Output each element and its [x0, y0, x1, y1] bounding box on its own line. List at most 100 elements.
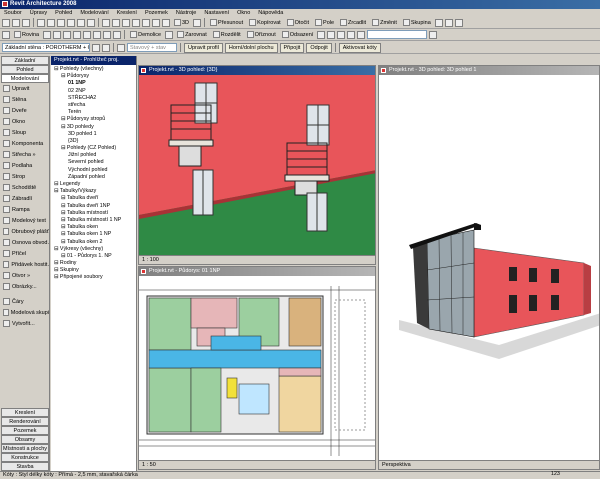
menu-okno[interactable]: Okno: [233, 9, 254, 17]
door-icon[interactable]: [53, 30, 62, 39]
group-button[interactable]: Skupina: [401, 18, 433, 28]
tree-node[interactable]: ⊟ Půdorysy stropů: [51, 116, 136, 123]
tool-left_tools-16[interactable]: Přidávek hostit.: [0, 259, 49, 270]
room-icon[interactable]: [83, 30, 92, 39]
lock-icon[interactable]: [444, 18, 453, 27]
filter-icon[interactable]: [117, 43, 125, 52]
window-3d-scale[interactable]: 1 : 100: [142, 257, 159, 263]
pointer-icon[interactable]: [2, 30, 10, 39]
dimension-icon[interactable]: [112, 18, 120, 27]
tool-left_tools-4[interactable]: Sloup: [0, 127, 49, 138]
pin-icon[interactable]: [454, 18, 463, 27]
plane-button[interactable]: Rovina: [12, 30, 41, 40]
offset-button[interactable]: Odsazení: [280, 30, 316, 40]
tree-node[interactable]: {3D}: [51, 138, 136, 145]
window-persp-mode[interactable]: Perspektiva: [382, 462, 411, 468]
tree-node[interactable]: 3D pohled 1: [51, 131, 136, 138]
tree-node[interactable]: Východní pohled: [51, 167, 136, 174]
tree-node[interactable]: ⊟ Připojené soubory: [51, 274, 136, 281]
open-icon[interactable]: [12, 18, 20, 27]
tree-node[interactable]: střecha: [51, 102, 136, 109]
zoom-icon[interactable]: [429, 30, 438, 39]
menu-napoveda[interactable]: Nápověda: [254, 9, 287, 17]
level-icon[interactable]: [93, 30, 102, 39]
dimension-lock-icon[interactable]: [337, 30, 346, 39]
mirror-button[interactable]: Zrcadlit: [338, 18, 368, 28]
tree-node[interactable]: ⊟ Legendy: [51, 181, 136, 188]
grid-icon[interactable]: [103, 30, 112, 39]
window-icon[interactable]: [63, 30, 72, 39]
rotate-button[interactable]: Otočit: [285, 18, 311, 28]
paint-icon[interactable]: [165, 30, 174, 39]
tool-left_tools-8[interactable]: Strop: [0, 171, 49, 182]
print-icon[interactable]: [37, 18, 45, 27]
dropdown-arrow-icon[interactable]: [434, 18, 443, 27]
switch-window-icon[interactable]: [193, 18, 202, 27]
bottom-tab-2[interactable]: Pozemek: [1, 426, 49, 435]
bottom-tab-6[interactable]: Stavba: [1, 462, 49, 471]
tree-node[interactable]: STŘECHA2: [51, 95, 136, 102]
array-button[interactable]: Pole: [313, 18, 336, 28]
menu-nastroje[interactable]: Nástroje: [172, 9, 200, 17]
bottom-tab-3[interactable]: Obsamy: [1, 435, 49, 444]
paste-icon[interactable]: [67, 18, 75, 27]
tool-left_tools-13[interactable]: Obrubový plášť: [0, 226, 49, 237]
wall-icon[interactable]: [43, 30, 52, 39]
tool-left_tools-18[interactable]: Obrázky...: [0, 281, 49, 292]
tree-node[interactable]: ⊟ Tabulka místností 1 NP: [51, 217, 136, 224]
type-properties-icon[interactable]: [92, 43, 100, 52]
move-button[interactable]: Přesunout: [208, 18, 245, 28]
copy-button[interactable]: Kopírovat: [247, 18, 283, 28]
instance-filter[interactable]: Stavový + stav: [127, 43, 177, 52]
detach-button[interactable]: Odpojit: [306, 42, 332, 53]
tree-node[interactable]: 01 1NP: [51, 80, 136, 87]
tool-left_tools-7[interactable]: Podlaha: [0, 160, 49, 171]
attach-button[interactable]: Připojit: [279, 42, 305, 53]
unjoin-icon[interactable]: [317, 30, 326, 39]
tool-left_tools-5[interactable]: Komponenta: [0, 138, 49, 149]
window-floor-plan[interactable]: Projekt.rvt - Půdorys: 01 1NP 1 : 50: [138, 266, 376, 470]
tool-left_tools2-0[interactable]: Čáry: [0, 296, 49, 307]
zoom-combo[interactable]: [367, 30, 428, 39]
tree-node[interactable]: ⊟ Rodiny: [51, 260, 136, 267]
tool-left_tools2-2[interactable]: Vytvořit...: [0, 318, 49, 329]
menu-nastaveni[interactable]: Nastavení: [200, 9, 233, 17]
thin-lines-icon[interactable]: [152, 18, 160, 27]
tree-node[interactable]: ⊟ Půdorysy: [51, 73, 136, 80]
bottom-tab-5[interactable]: Konstrukce: [1, 453, 49, 462]
tool-left_tools-9[interactable]: Schodiště: [0, 182, 49, 193]
tab-modeling[interactable]: Modelování: [1, 74, 49, 83]
tree-node[interactable]: ⊟ Tabulky/Výkazy: [51, 188, 136, 195]
top-base-button[interactable]: Horní/dolní plochu: [224, 42, 278, 53]
menu-modelovani[interactable]: Modelování: [76, 9, 112, 17]
tool-left_tools-6[interactable]: Střecha »: [0, 149, 49, 160]
tree-node[interactable]: ⊟ Tabulka dveří 1NP: [51, 203, 136, 210]
tool-left_tools-15[interactable]: Příčel: [0, 248, 49, 259]
tree-node[interactable]: 02 2NP: [51, 88, 136, 95]
element-properties-icon[interactable]: [102, 43, 110, 52]
tool-left_tools-0[interactable]: Upravit: [0, 83, 49, 94]
cut-icon[interactable]: [47, 18, 55, 27]
tool-left_tools2-1[interactable]: Modelová skupi: [0, 307, 49, 318]
bottom-tab-0[interactable]: Kreslení: [1, 408, 49, 417]
tree-node[interactable]: ⊟ Skupiny: [51, 267, 136, 274]
viewport-floor-plan[interactable]: [139, 276, 376, 462]
type-selector[interactable]: Základní stěna : POROTHERM + O: [2, 43, 90, 52]
bottom-tab-1[interactable]: Renderování: [1, 417, 49, 426]
tree-node[interactable]: Severní pohled: [51, 159, 136, 166]
tool-left_tools-11[interactable]: Rampa: [0, 204, 49, 215]
menu-pohled[interactable]: Pohled: [51, 9, 76, 17]
tab-basic[interactable]: Základní: [1, 56, 49, 65]
tree-node[interactable]: ⊟ Tabulka místností: [51, 210, 136, 217]
activate-dimensions-button[interactable]: Aktivovat kóty: [338, 42, 381, 53]
component-icon[interactable]: [73, 30, 82, 39]
viewport-perspective[interactable]: [379, 75, 600, 461]
new-icon[interactable]: [2, 18, 10, 27]
window-perspective[interactable]: Projekt.rvt - 3D pohled: 3D pohled 1 Per…: [378, 65, 600, 470]
tree-node[interactable]: ⊟ Tabulka oken 2: [51, 239, 136, 246]
text-icon[interactable]: [132, 18, 140, 27]
menu-pozemek[interactable]: Pozemek: [141, 9, 172, 17]
tree-node[interactable]: ⊟ Tabulka oken: [51, 224, 136, 231]
window-3d-view[interactable]: Projekt.rvt - 3D pohled: {3D} 1: 100: [138, 65, 376, 265]
tool-left_tools-10[interactable]: Zábradlí: [0, 193, 49, 204]
